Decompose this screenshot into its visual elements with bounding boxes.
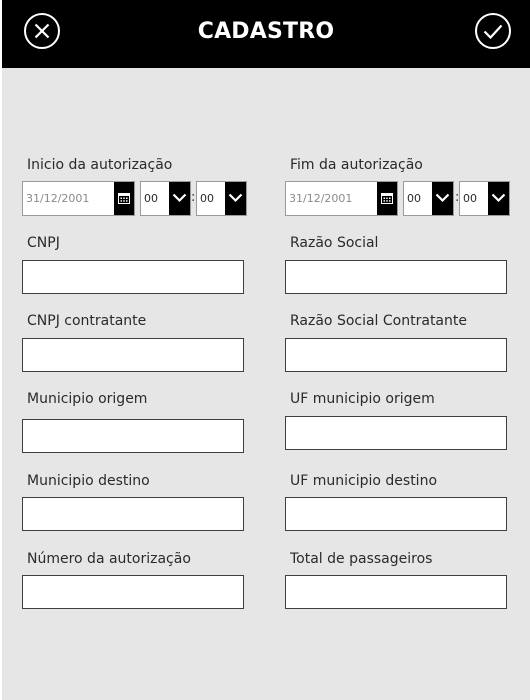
inicio-calendar-button[interactable] [114, 182, 134, 215]
uf-municipio-origem-label: UF municipio origem [290, 391, 435, 407]
inicio-minute-value: 00 [200, 192, 214, 205]
inicio-label: Inicio da autorização [27, 157, 173, 173]
razao-social-label: Razão Social [290, 235, 379, 251]
inicio-hour-select[interactable]: 00 [140, 181, 191, 216]
check-circle-icon [475, 13, 511, 49]
uf-municipio-destino-field[interactable] [285, 497, 507, 531]
fim-label: Fim da autorização [290, 157, 423, 173]
chevron-down-icon [172, 193, 187, 203]
cnpj-contratante-field[interactable] [22, 338, 244, 372]
municipio-destino-field[interactable] [22, 497, 244, 531]
uf-municipio-destino-input[interactable] [286, 498, 506, 530]
chevron-down-icon [435, 193, 450, 203]
razao-social-field[interactable] [285, 260, 507, 294]
total-passageiros-input[interactable] [286, 576, 506, 608]
fim-date-placeholder: 31/12/2001 [289, 192, 353, 205]
razao-social-contratante-input[interactable] [286, 339, 506, 371]
fim-hour-value: 00 [407, 192, 421, 205]
fim-minute-dropdown-button[interactable] [488, 182, 509, 215]
header-bar: CADASTRO [2, 0, 530, 68]
cnpj-contratante-label: CNPJ contratante [27, 313, 147, 329]
uf-municipio-origem-input[interactable] [286, 417, 506, 449]
inicio-minute-dropdown-button[interactable] [225, 182, 246, 215]
cnpj-contratante-input[interactable] [23, 339, 243, 371]
fim-hour-dropdown-button[interactable] [432, 182, 453, 215]
uf-municipio-origem-field[interactable] [285, 416, 507, 450]
app-frame: CADASTRO Inicio da autorização 31/12/200… [0, 0, 530, 700]
inicio-time-separator: : [191, 190, 196, 205]
cnpj-field[interactable] [22, 260, 244, 294]
municipio-destino-input[interactable] [23, 498, 243, 530]
confirm-button[interactable] [474, 12, 512, 50]
municipio-destino-label: Municipio destino [27, 473, 150, 489]
razao-social-contratante-label: Razão Social Contratante [290, 313, 467, 329]
calendar-icon [118, 193, 130, 204]
fim-date-picker[interactable]: 31/12/2001 [285, 181, 398, 216]
numero-autorizacao-field[interactable] [22, 575, 244, 609]
numero-autorizacao-label: Número da autorização [27, 551, 191, 567]
razao-social-contratante-field[interactable] [285, 338, 507, 372]
municipio-origem-field[interactable] [22, 419, 244, 453]
fim-minute-select[interactable]: 00 [459, 181, 510, 216]
total-passageiros-label: Total de passageiros [290, 551, 433, 567]
calendar-icon [381, 193, 393, 204]
municipio-origem-input[interactable] [23, 420, 243, 452]
fim-minute-value: 00 [463, 192, 477, 205]
chevron-down-icon [228, 193, 243, 203]
municipio-origem-label: Municipio origem [27, 391, 148, 407]
cnpj-input[interactable] [23, 261, 243, 293]
page-title: CADASTRO [197, 19, 335, 44]
inicio-date-placeholder: 31/12/2001 [26, 192, 90, 205]
inicio-date-picker[interactable]: 31/12/2001 [22, 181, 135, 216]
cnpj-label: CNPJ [27, 235, 60, 251]
uf-municipio-destino-label: UF municipio destino [290, 473, 438, 489]
fim-calendar-button[interactable] [377, 182, 397, 215]
inicio-hour-dropdown-button[interactable] [169, 182, 190, 215]
inicio-minute-select[interactable]: 00 [196, 181, 247, 216]
total-passageiros-field[interactable] [285, 575, 507, 609]
razao-social-input[interactable] [286, 261, 506, 293]
inicio-hour-value: 00 [144, 192, 158, 205]
fim-hour-select[interactable]: 00 [403, 181, 454, 216]
numero-autorizacao-input[interactable] [23, 576, 243, 608]
chevron-down-icon [491, 193, 506, 203]
